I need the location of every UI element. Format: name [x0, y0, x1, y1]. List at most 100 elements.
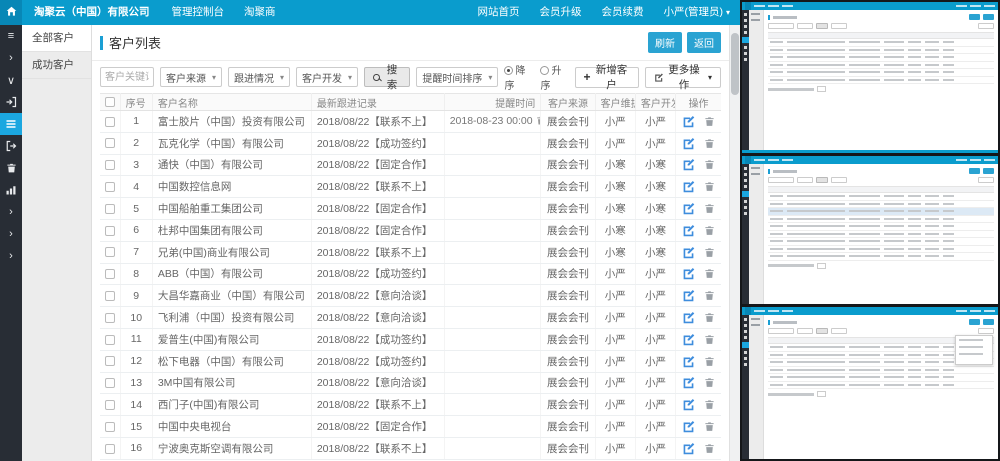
delete-icon[interactable] [704, 311, 715, 324]
chevron-right-icon[interactable]: › [0, 47, 22, 69]
edit-icon[interactable] [682, 267, 695, 280]
topbar-nav-console[interactable]: 管理控制台 [162, 0, 235, 25]
delete-icon[interactable] [704, 442, 715, 455]
edit-icon[interactable] [682, 311, 695, 324]
edit-icon[interactable] [682, 420, 695, 433]
mini-sidebar-icon [742, 191, 749, 197]
mini-cell-text [884, 203, 904, 205]
trash-icon[interactable] [0, 157, 22, 179]
edit-icon[interactable] [682, 224, 695, 237]
row-checkbox[interactable] [105, 291, 115, 301]
delete-icon[interactable] [704, 202, 715, 215]
row-checkbox[interactable] [105, 138, 115, 148]
row-checkbox[interactable] [105, 444, 115, 454]
row-checkbox[interactable] [105, 422, 115, 432]
sidebar-item-all-customers[interactable]: 全部客户 [22, 25, 91, 52]
refresh-button[interactable]: 刷新 [648, 32, 682, 53]
row-checkbox[interactable] [105, 204, 115, 214]
chart-icon[interactable] [0, 179, 22, 201]
row-checkbox[interactable] [105, 269, 115, 279]
row-checkbox[interactable] [105, 378, 115, 388]
sort-desc-radio[interactable]: 降序 [504, 62, 532, 92]
row-checkbox[interactable] [105, 313, 115, 323]
sidebar-item-success-customers[interactable]: 成功客户 [22, 52, 91, 79]
topbar-nav-shop[interactable]: 淘聚商 [234, 0, 286, 25]
table-row: 10 飞利浦（中国）投资有限公司 2018/08/22【意向洽谈】 展会会刊 小… [100, 307, 721, 329]
logout-icon[interactable] [0, 135, 22, 157]
row-checkbox[interactable] [105, 182, 115, 192]
select-all-checkbox[interactable] [105, 97, 115, 107]
delete-icon[interactable] [704, 224, 715, 237]
edit-icon[interactable] [682, 137, 695, 150]
delete-icon[interactable] [704, 158, 715, 171]
mini-sub-sidebar [749, 315, 764, 459]
mini-button [969, 168, 980, 174]
edit-icon[interactable] [682, 442, 695, 455]
topbar-member-upgrade[interactable]: 会员升级 [529, 0, 591, 25]
chevron-down-icon[interactable]: ∨ [0, 69, 22, 91]
edit-icon[interactable] [682, 246, 695, 259]
menu-icon[interactable]: ≡ [0, 25, 22, 47]
delete-icon[interactable] [704, 420, 715, 433]
followup-select[interactable]: 跟进情况▾ [228, 67, 290, 87]
add-customer-button[interactable]: +新增客户 [575, 67, 639, 88]
delete-icon[interactable] [704, 267, 715, 280]
delete-icon[interactable] [704, 180, 715, 193]
edit-icon[interactable] [682, 202, 695, 215]
more-actions-button[interactable]: 更多操作▾ [645, 67, 721, 88]
edit-icon[interactable] [682, 333, 695, 346]
remind-time [444, 219, 541, 241]
delete-icon[interactable] [704, 137, 715, 150]
main-scrollbar[interactable] [729, 25, 740, 461]
row-checkbox[interactable] [105, 117, 115, 127]
sort-select[interactable]: 提醒时间排序▾ [416, 67, 498, 87]
row-checkbox[interactable] [105, 356, 115, 366]
login-icon[interactable] [0, 91, 22, 113]
preview-thumbnail-3[interactable] [742, 307, 998, 459]
edit-icon[interactable] [682, 376, 695, 389]
home-button[interactable] [0, 0, 22, 25]
search-button[interactable]: 搜索 [364, 67, 410, 87]
edit-icon[interactable] [682, 115, 695, 128]
chevron-right-icon[interactable]: › [0, 245, 22, 267]
mini-sidebar-label [751, 173, 760, 175]
customer-list-icon[interactable] [0, 113, 22, 135]
delete-icon[interactable] [704, 246, 715, 259]
row-checkbox[interactable] [105, 400, 115, 410]
row-checkbox[interactable] [105, 160, 115, 170]
scrollbar-thumb[interactable] [731, 33, 739, 95]
chevron-right-icon[interactable]: › [0, 201, 22, 223]
latest-followup-record: 2018/08/22【固定合作】 [311, 154, 444, 176]
topbar-member-renew[interactable]: 会员续费 [591, 0, 653, 25]
header-customer-name: 客户名称 [152, 94, 311, 111]
delete-icon[interactable] [704, 333, 715, 346]
mini-cell-text [943, 369, 954, 371]
sort-asc-radio[interactable]: 升序 [540, 62, 568, 92]
delete-icon[interactable] [704, 115, 715, 128]
edit-icon[interactable] [682, 180, 695, 193]
row-checkbox[interactable] [105, 247, 115, 257]
user-menu[interactable]: 小严(管理员)▾ [653, 0, 740, 25]
mini-cell-text [849, 240, 880, 242]
preview-thumbnail-1[interactable] [742, 2, 998, 153]
edit-icon[interactable] [682, 158, 695, 171]
edit-icon[interactable] [682, 398, 695, 411]
chevron-right-icon[interactable]: › [0, 223, 22, 245]
company-name[interactable]: 淘聚云（中国）有限公司 [22, 0, 162, 25]
customer-source: 展会会刊 [541, 285, 595, 307]
edit-icon[interactable] [682, 289, 695, 302]
remove-reminder-icon[interactable] [536, 115, 541, 126]
preview-thumbnail-2[interactable] [742, 156, 998, 304]
row-checkbox[interactable] [105, 335, 115, 345]
back-button[interactable]: 返回 [687, 32, 721, 53]
delete-icon[interactable] [704, 376, 715, 389]
topbar-site-home[interactable]: 网站首页 [467, 0, 529, 25]
develop-select[interactable]: 客户开发▾ [296, 67, 358, 87]
delete-icon[interactable] [704, 289, 715, 302]
source-select[interactable]: 客户来源▾ [160, 67, 222, 87]
keyword-input[interactable] [100, 67, 154, 87]
edit-icon[interactable] [682, 355, 695, 368]
row-checkbox[interactable] [105, 226, 115, 236]
delete-icon[interactable] [704, 398, 715, 411]
delete-icon[interactable] [704, 355, 715, 368]
